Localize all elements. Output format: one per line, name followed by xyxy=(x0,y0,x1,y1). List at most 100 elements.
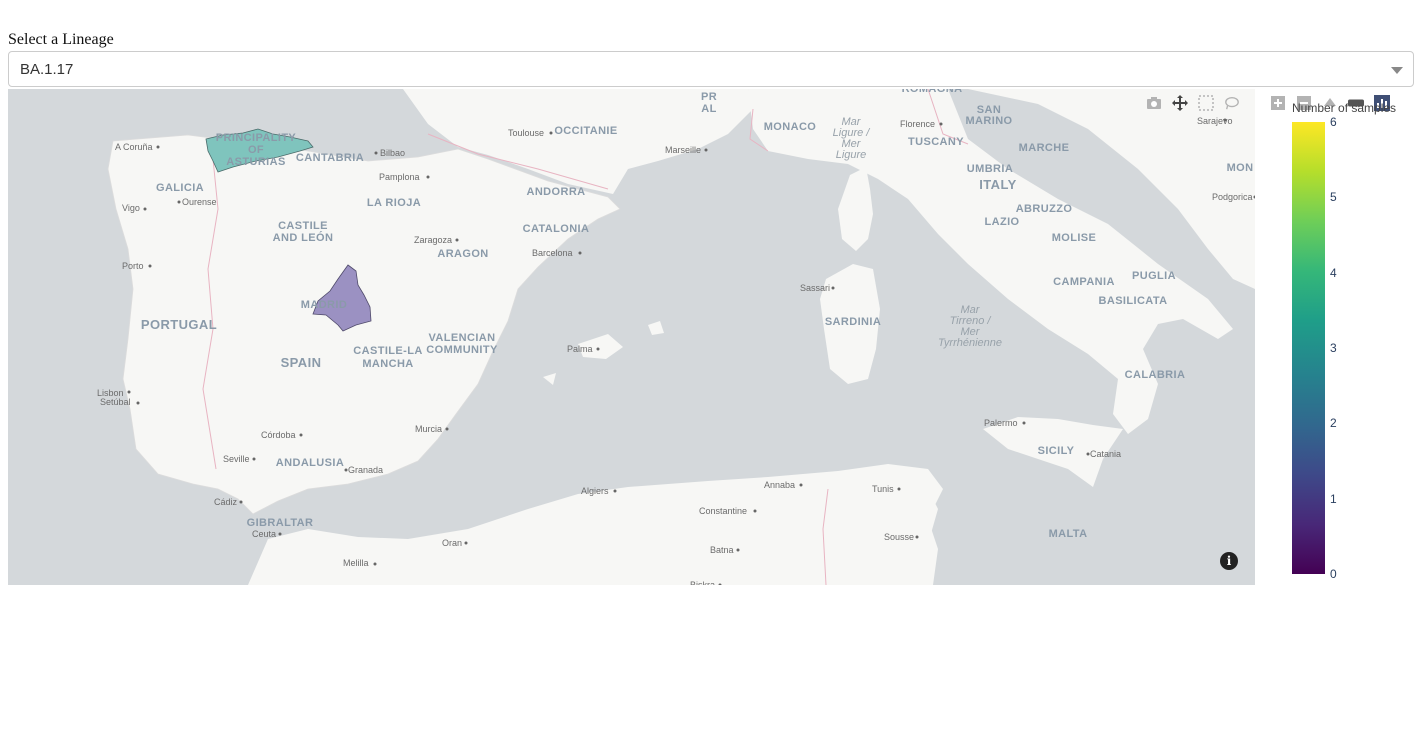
city-dot xyxy=(143,207,147,211)
city-dot xyxy=(549,131,553,135)
camera-icon[interactable] xyxy=(1146,95,1162,111)
map-label-tirreno-4: Tyrrhénienne xyxy=(938,337,1002,349)
map-label-florence: Florence xyxy=(900,119,935,129)
zoom-in-icon[interactable] xyxy=(1270,95,1286,111)
map-label-portugal: PORTUGAL xyxy=(141,317,217,332)
city-dot xyxy=(177,200,181,204)
city-dot xyxy=(831,286,835,290)
colorbar xyxy=(1292,122,1325,574)
map-label-biskra: Biskra xyxy=(690,580,715,585)
map-label-cordoba: Córdoba xyxy=(261,430,296,440)
map-label-constantine: Constantine xyxy=(699,506,747,516)
map-label-al: AL xyxy=(701,103,716,115)
city-dot xyxy=(753,509,757,513)
map-label-marche: MARCHE xyxy=(1019,142,1070,154)
city-dot xyxy=(156,145,160,149)
map-label-castile-la-2: MANCHA xyxy=(362,358,413,370)
map-label-sardinia: SARDINIA xyxy=(825,316,881,328)
map-label-andalusia: ANDALUSIA xyxy=(276,457,344,469)
map-label-molise: MOLISE xyxy=(1052,232,1097,244)
map-label-la-rioja: LA RIOJA xyxy=(367,197,421,209)
city-dot xyxy=(736,548,740,552)
city-dot xyxy=(148,264,152,268)
map-label-ligure-4: Ligure xyxy=(836,149,867,161)
map-label-catania: Catania xyxy=(1090,449,1121,459)
colorbar-tick: 2 xyxy=(1330,416,1337,431)
map-label-lazio: LAZIO xyxy=(985,216,1020,228)
city-dot xyxy=(252,457,256,461)
map-label-sassari: Sassari xyxy=(800,283,830,293)
map-label-annaba: Annaba xyxy=(764,480,795,490)
map-label-palma: Palma xyxy=(567,344,593,354)
city-dot xyxy=(704,148,708,152)
map-label-catalonia: CATALONIA xyxy=(523,223,590,235)
map-label-pamplona: Pamplona xyxy=(379,172,420,182)
map-label-palermo: Palermo xyxy=(984,418,1018,428)
city-dot xyxy=(464,541,468,545)
city-dot xyxy=(278,532,282,536)
map-label-batna: Batna xyxy=(710,545,734,555)
city-dot xyxy=(426,175,430,179)
map-label-italy: ITALY xyxy=(979,177,1016,192)
colorbar-tick: 0 xyxy=(1330,567,1337,581)
city-dot xyxy=(897,487,901,491)
lineage-select-value: BA.1.17 xyxy=(20,61,74,78)
colorbar-tick: 5 xyxy=(1330,190,1337,205)
map-label-aragon: ARAGON xyxy=(437,248,488,260)
map-label-umbria: UMBRIA xyxy=(967,163,1013,175)
map-label-sicily: SICILY xyxy=(1038,445,1075,457)
map-label-basilicata: BASILICATA xyxy=(1099,295,1168,307)
city-dot xyxy=(596,347,600,351)
map-label-granada: Granada xyxy=(348,465,383,475)
city-dot xyxy=(374,151,378,155)
map-label-mon: MON xyxy=(1227,162,1254,174)
map-label-barcelona: Barcelona xyxy=(532,248,573,258)
map-label-galicia: GALICIA xyxy=(156,182,204,194)
map-label-occitanie: OCCITANIE xyxy=(554,125,617,137)
lasso-icon[interactable] xyxy=(1224,95,1240,111)
city-dot xyxy=(915,535,919,539)
modebar-left[interactable] xyxy=(1146,95,1240,111)
city-dot xyxy=(299,433,303,437)
lineage-select[interactable]: BA.1.17 xyxy=(8,51,1414,87)
info-icon[interactable]: i xyxy=(1220,552,1238,570)
pan-icon[interactable] xyxy=(1172,95,1188,111)
map-label-melilla: Melilla xyxy=(343,558,369,568)
map-label-madrid: MADRID xyxy=(301,299,347,311)
map-label-tunis: Tunis xyxy=(872,484,894,494)
map-label-pr: PR xyxy=(701,91,717,103)
map-label-algiers: Algiers xyxy=(581,486,609,496)
city-dot xyxy=(939,122,943,126)
map-label-oran: Oran xyxy=(442,538,462,548)
map-label-ceuta: Ceuta xyxy=(252,529,276,539)
map-label-bilbao: Bilbao xyxy=(380,148,405,158)
colorbar-tick: 4 xyxy=(1330,265,1337,280)
map-label-monaco: MONACO xyxy=(764,121,817,133)
city-dot xyxy=(373,562,377,566)
map-label-spain: SPAIN xyxy=(281,355,322,370)
map-label-cantabria: CANTABRIA xyxy=(296,152,364,164)
map-label-campania: CAMPANIA xyxy=(1053,276,1115,288)
map-label-sarajevo: Sarajevo xyxy=(1197,116,1233,126)
box-select-icon[interactable] xyxy=(1198,95,1214,111)
city-dot xyxy=(136,401,140,405)
map-label-andorra: ANDORRA xyxy=(526,186,585,198)
city-dot xyxy=(1022,421,1026,425)
city-dot xyxy=(127,390,131,394)
map-label-cadiz: Cádiz xyxy=(214,497,238,507)
map-label-setubal: Setúbal xyxy=(100,397,131,407)
colorbar-tick: 1 xyxy=(1330,491,1337,506)
map-label-marseille: Marseille xyxy=(665,145,701,155)
choropleth-map-plot[interactable]: PRINCIPALITY OF ASTURIAS CANTABRIA GALICIA CA… xyxy=(8,89,1418,585)
chevron-down-icon[interactable] xyxy=(1391,67,1403,74)
map-label-asturias-1: PRINCIPALITY xyxy=(216,132,297,144)
map-label-a-coruna: A Coruña xyxy=(115,142,153,152)
city-dot xyxy=(1086,452,1090,456)
map-label-malta: MALTA xyxy=(1049,528,1088,540)
map-label-sousse: Sousse xyxy=(884,532,914,542)
map-label-asturias-3: ASTURIAS xyxy=(226,156,285,168)
city-dot xyxy=(613,489,617,493)
map-canvas[interactable]: PRINCIPALITYOFASTURIAS CANTABRIA GALICIA CA… xyxy=(8,89,1255,585)
map-label-valencian-1: VALENCIAN xyxy=(429,332,496,344)
map-label-puglia: PUGLIA xyxy=(1132,270,1176,282)
